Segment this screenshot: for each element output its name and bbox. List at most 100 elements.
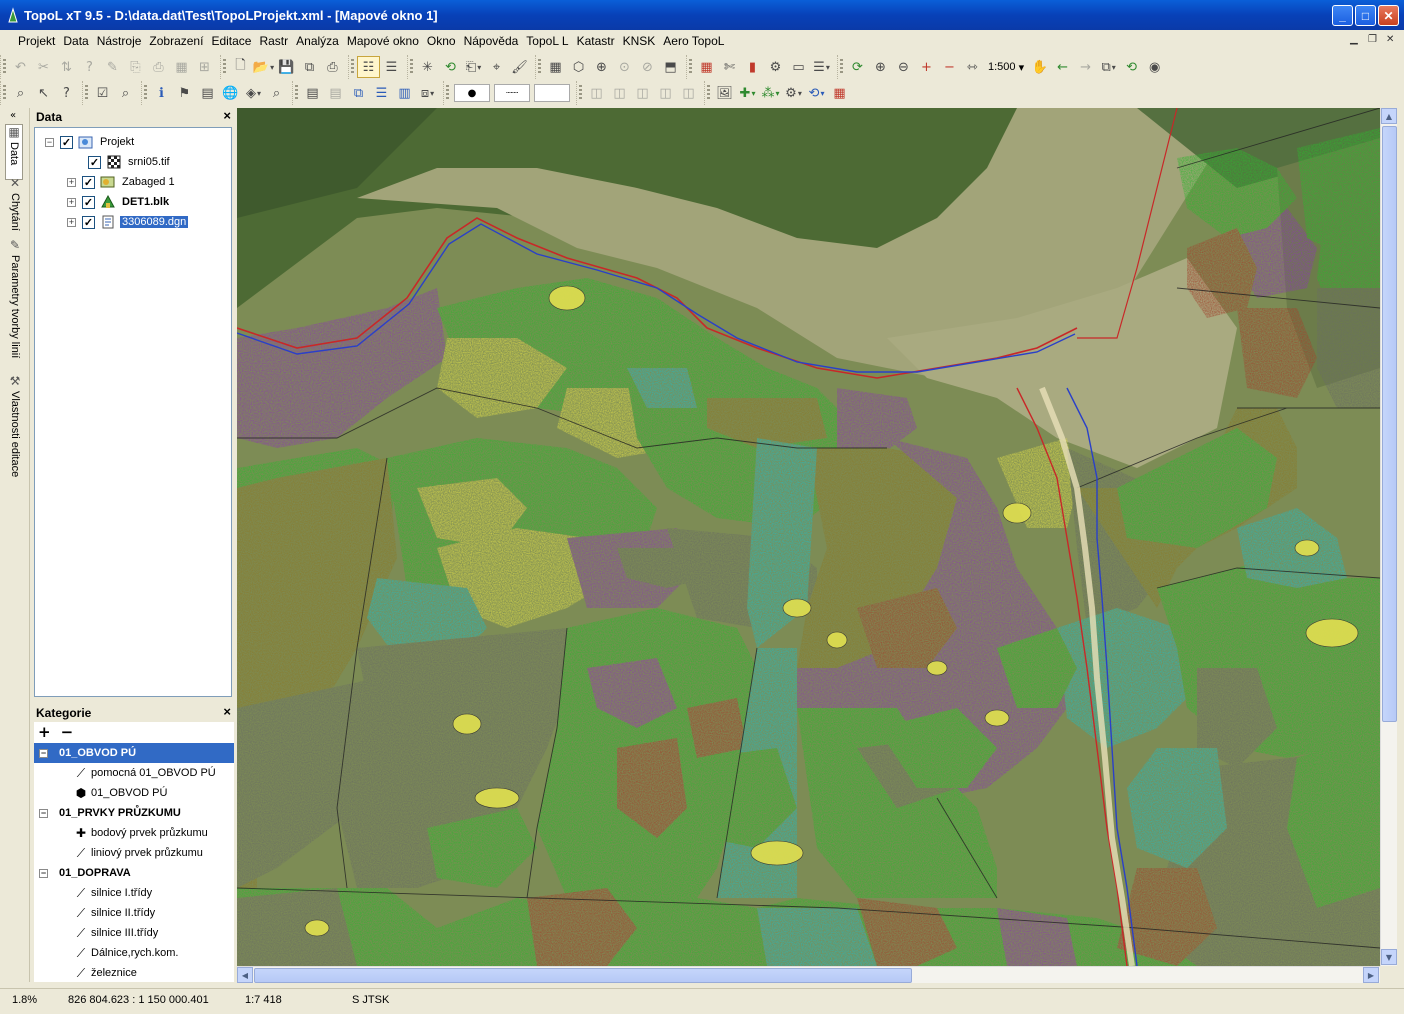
mdi-restore-button[interactable]: ❐ <box>1368 34 1377 45</box>
category-item[interactable]: ⟋ pomocná 01_OBVOD PÚ <box>74 763 216 783</box>
zoom-in-icon[interactable]: ⊕ <box>869 56 892 78</box>
polygon-icon[interactable]: ⬡ <box>567 56 590 78</box>
menu-analyza[interactable]: Analýza <box>292 32 343 50</box>
category-group-obvod[interactable]: − 01_OBVOD PÚ <box>34 743 234 763</box>
sort-icon[interactable]: ⇅ <box>55 56 78 78</box>
vertical-scroll-thumb[interactable] <box>1382 126 1397 722</box>
scale-combo[interactable]: 1:500 ▾ <box>984 57 1028 77</box>
zoom-layer-icon[interactable]: ⊙ <box>613 56 636 78</box>
refresh-icon[interactable]: ⟳ <box>846 56 869 78</box>
menu-rastr[interactable]: Rastr <box>255 32 292 50</box>
stamp-icon[interactable]: ⎙ <box>147 56 170 78</box>
split-icon[interactable]: ⊞ <box>193 56 216 78</box>
paint-icon[interactable]: 🖌 <box>508 56 531 78</box>
layer-checkbox[interactable]: ✓ <box>82 215 95 229</box>
tab-vlastnosti-editace[interactable]: ⚒ Vlastnosti editace <box>6 374 24 482</box>
snap-icon[interactable]: ✳ <box>416 56 439 78</box>
grid-edit-icon[interactable]: ▦ <box>170 56 193 78</box>
tile-horizontal-icon[interactable]: ☰ <box>370 82 393 104</box>
raster-tool2-icon[interactable]: ◫ <box>608 82 631 104</box>
dmt-icon[interactable]: ⟲ <box>805 82 828 104</box>
dock-collapse-icon[interactable]: « <box>10 110 16 121</box>
page-icon[interactable]: ▤ <box>301 82 324 104</box>
menu-napoveda[interactable]: Nápověda <box>460 32 523 50</box>
zoom-selection-icon[interactable]: ⊘ <box>636 56 659 78</box>
data-panel-close-icon[interactable]: × <box>223 108 231 123</box>
collapse-icon[interactable]: − <box>39 808 48 818</box>
menu-data[interactable]: Data <box>59 32 92 50</box>
tree-row-zabaged[interactable]: + ✓ Zabaged 1 <box>67 173 177 191</box>
tree-row-3306089[interactable]: + ✓ 3306089.dgn <box>67 213 189 231</box>
raster-tool4-icon[interactable]: ◫ <box>654 82 677 104</box>
menu-mapove-okno[interactable]: Mapové okno <box>343 32 423 50</box>
network-icon[interactable]: ⁂ <box>759 82 782 104</box>
category-group-doprava[interactable]: − 01_DOPRAVA <box>34 863 234 883</box>
minimize-button[interactable]: _ <box>1332 5 1353 26</box>
list-view-icon[interactable]: ☰ <box>380 56 403 78</box>
category-item[interactable]: ⟋ liniový prvek průzkumu <box>74 843 203 863</box>
tree-row-det1[interactable]: + ✓ DET1.blk <box>67 193 171 211</box>
arrange-icon[interactable]: ⧈ <box>416 82 439 104</box>
layer-checkbox[interactable]: ✓ <box>82 175 95 189</box>
tree-view-icon[interactable]: ☷ <box>357 56 380 78</box>
save-icon[interactable]: 💾 <box>275 56 298 78</box>
mdi-minimize-button[interactable]: ▁ <box>1350 34 1358 45</box>
tag-icon[interactable]: ⚑ <box>173 82 196 104</box>
menu-knsk[interactable]: KNSK <box>619 32 660 50</box>
category-item[interactable]: ⟋ Dálnice,rych.kom. <box>74 943 179 963</box>
category-item[interactable]: ⟋ silnice II.třídy <box>74 903 155 923</box>
tab-chytani[interactable]: ✕ Chytání <box>6 176 24 236</box>
category-group-pruzkum[interactable]: − 01_PRVKY PRŮZKUMU <box>34 803 234 823</box>
tree-row-projekt[interactable]: − ✓ Projekt <box>45 133 136 151</box>
previous-view-icon[interactable]: ← <box>1051 56 1074 78</box>
redraw-icon[interactable]: ⟲ <box>1120 56 1143 78</box>
copy-icon[interactable]: ⎘ <box>124 56 147 78</box>
layer-tool-icon[interactable]: ◈ <box>242 82 265 104</box>
tab-parametry[interactable]: ✎ Parametry tvorby linií <box>6 238 24 372</box>
category-panel-close-icon[interactable]: × <box>223 704 231 719</box>
mdi-close-button[interactable]: ✕ <box>1386 34 1394 45</box>
expand-icon[interactable]: + <box>67 177 76 187</box>
next-view-icon[interactable]: → <box>1074 56 1097 78</box>
pick-icon[interactable]: ⌖ <box>485 56 508 78</box>
remove-category-button[interactable]: − <box>61 723 74 741</box>
map-svg[interactable] <box>237 108 1380 966</box>
zoom-out-icon[interactable]: ⊖ <box>892 56 915 78</box>
grid-icon[interactable]: ▦ <box>544 56 567 78</box>
line-style-box[interactable]: ┈┈ <box>494 84 530 102</box>
menu-aero-topol[interactable]: Aero TopoL <box>659 32 728 50</box>
fill-style-box[interactable] <box>534 84 570 102</box>
export-icon[interactable]: ⬒ <box>659 56 682 78</box>
tree-row-srni05[interactable]: ✓ srni05.tif <box>82 153 172 171</box>
menu-projekt[interactable]: Projekt <box>14 32 59 50</box>
cascade-icon[interactable]: ⧉ <box>347 82 370 104</box>
checklist-icon[interactable]: ☑ <box>91 82 114 104</box>
undo-icon[interactable]: ↶ <box>9 56 32 78</box>
horizontal-scroll-thumb[interactable] <box>254 968 912 983</box>
vertical-scrollbar[interactable]: ▲ ▼ <box>1380 108 1397 966</box>
binoculars-icon[interactable]: ⌕ <box>9 82 32 104</box>
query-icon[interactable]: ? <box>78 56 101 78</box>
category-item[interactable]: ⟋ silnice III.třídy <box>74 923 158 943</box>
menu-nastroje[interactable]: Nástroje <box>93 32 146 50</box>
expand-icon[interactable]: + <box>67 197 76 207</box>
zoom-in-point-icon[interactable]: + <box>915 56 938 78</box>
scroll-down-icon[interactable]: ▼ <box>1381 949 1397 965</box>
tools-icon[interactable]: ⚙ <box>782 82 805 104</box>
find-icon[interactable]: ⌕ <box>114 82 137 104</box>
add-point-icon[interactable]: ✚ <box>736 82 759 104</box>
zoom-out-point-icon[interactable]: − <box>938 56 961 78</box>
category-item[interactable]: ✚ bodový prvek průzkumu <box>74 823 208 843</box>
layer-checkbox[interactable]: ✓ <box>88 155 101 169</box>
open-folder-icon[interactable]: 📂 <box>252 56 275 78</box>
add-category-button[interactable]: + <box>38 723 51 741</box>
scissors-icon[interactable]: ✄ <box>718 56 741 78</box>
print-icon[interactable]: ⎙ <box>321 56 344 78</box>
maximize-button[interactable]: □ <box>1355 5 1376 26</box>
collapse-icon[interactable]: − <box>45 137 54 147</box>
eye-icon[interactable]: ◉ <box>1143 56 1166 78</box>
pencil-icon[interactable]: ✎ <box>101 56 124 78</box>
close-button[interactable]: ✕ <box>1378 5 1399 26</box>
menu-zobrazeni[interactable]: Zobrazení <box>145 32 207 50</box>
scale-icon[interactable]: ⇿ <box>961 56 984 78</box>
